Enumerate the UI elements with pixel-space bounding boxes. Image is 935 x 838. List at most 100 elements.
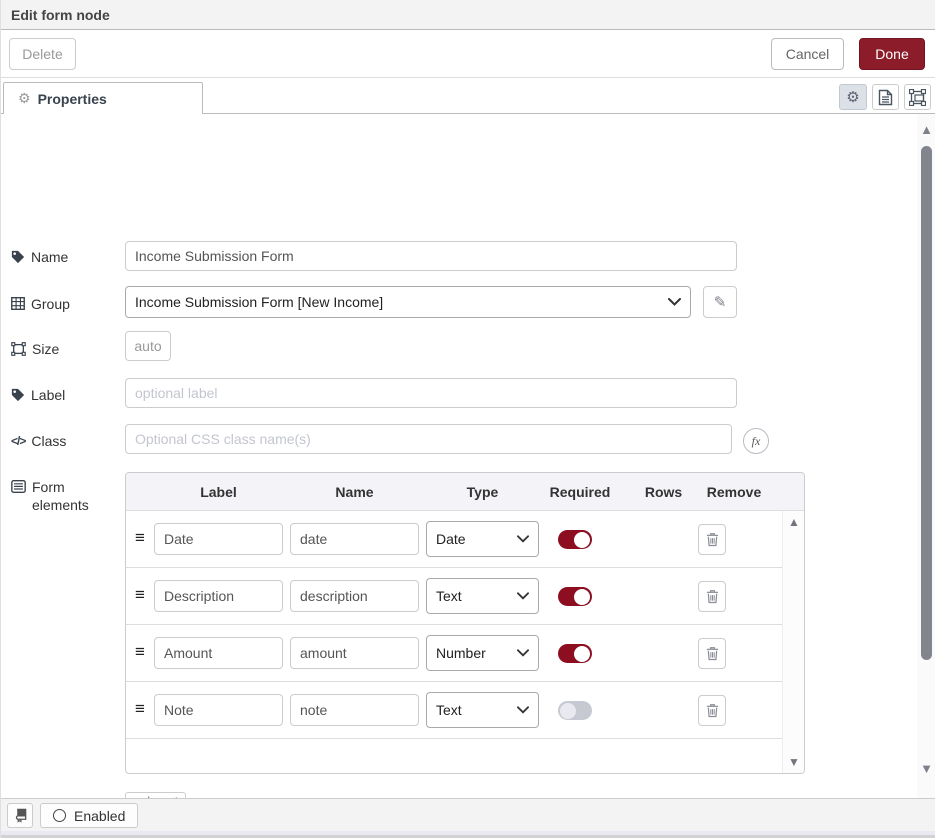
element-type-value: Number (436, 645, 486, 661)
scroll-down-icon[interactable]: ▼ (917, 761, 935, 776)
delete-button[interactable]: Delete (9, 38, 76, 70)
group-select[interactable]: Income Submission Form [New Income] (125, 286, 691, 318)
class-input[interactable] (125, 424, 732, 454)
group-select-value: Income Submission Form [New Income] (135, 294, 383, 310)
required-toggle[interactable] (558, 701, 592, 720)
dialog-header: Edit form node (1, 0, 935, 30)
form-elements-body: ≡ Date ≡ Text (126, 511, 784, 773)
trash-icon (706, 532, 719, 547)
column-header-label: Label (154, 473, 283, 511)
column-header-name: Name (290, 473, 419, 511)
required-toggle[interactable] (558, 644, 592, 663)
node-help-button[interactable] (7, 803, 33, 828)
fx-expression-button[interactable]: fx (743, 428, 769, 454)
form-elements-label-row: Form elements (11, 478, 119, 514)
enabled-circle-icon (53, 809, 66, 822)
element-type-select[interactable]: Text (426, 692, 539, 728)
trash-icon (706, 703, 719, 718)
drag-handle-icon[interactable]: ≡ (135, 642, 145, 662)
code-icon: </> (11, 432, 25, 450)
size-frame-icon (11, 342, 26, 356)
label-field-label: Label (31, 386, 65, 404)
description-tab-button[interactable] (872, 84, 899, 110)
delete-element-button[interactable] (698, 695, 726, 726)
column-header-type: Type (426, 473, 539, 511)
element-label-input[interactable] (154, 523, 283, 555)
tag-icon (11, 388, 25, 402)
element-type-select[interactable]: Date (426, 521, 539, 557)
scrollbar-thumb[interactable] (921, 146, 932, 660)
dialog-footer: Enabled (1, 798, 935, 831)
drag-handle-icon[interactable]: ≡ (135, 699, 145, 719)
class-label: Class (31, 432, 66, 450)
element-label-input[interactable] (154, 637, 283, 669)
required-toggle[interactable] (558, 587, 592, 606)
toggle-knob (574, 589, 590, 605)
cancel-button[interactable]: Cancel (771, 38, 844, 70)
required-toggle[interactable] (558, 530, 592, 549)
element-type-select[interactable]: Number (426, 635, 539, 671)
class-label-row: </> Class (11, 432, 119, 450)
label-input[interactable] (125, 378, 737, 408)
column-header-remove: Remove (701, 473, 767, 511)
size-label-row: Size (11, 340, 119, 358)
gear-icon: ⚙ (18, 90, 31, 107)
trash-icon (706, 646, 719, 661)
element-name-input[interactable] (290, 523, 419, 555)
fx-icon: fx (752, 434, 761, 449)
tab-properties[interactable]: ⚙ Properties (3, 82, 203, 114)
tab-properties-label: Properties (38, 91, 107, 107)
dialog-toolbar: Delete Cancel Done (1, 30, 935, 78)
chevron-down-icon (517, 592, 529, 600)
element-name-input[interactable] (290, 694, 419, 726)
form-elements-label: Form elements (32, 478, 94, 514)
trash-icon (706, 589, 719, 604)
element-type-value: Date (436, 531, 466, 547)
scroll-down-icon[interactable]: ▼ (783, 755, 805, 769)
scroll-up-icon[interactable]: ▲ (917, 122, 935, 137)
dialog-title: Edit form node (11, 7, 110, 23)
node-enabled-toggle[interactable]: Enabled (40, 803, 138, 828)
name-input[interactable] (125, 241, 737, 271)
appearance-tab-button[interactable] (904, 84, 931, 110)
table-grid-icon (11, 297, 25, 310)
chevron-down-icon (517, 649, 529, 657)
delete-element-button[interactable] (698, 638, 726, 669)
table-scrollbar[interactable]: ▲ ▼ (782, 511, 804, 773)
size-auto-button[interactable]: auto (125, 331, 171, 361)
chevron-down-icon (517, 535, 529, 543)
edit-group-button[interactable]: ✎ (703, 286, 737, 318)
toggle-knob (574, 646, 590, 662)
scroll-up-icon[interactable]: ▲ (783, 515, 805, 529)
element-name-input[interactable] (290, 580, 419, 612)
element-label-input[interactable] (154, 580, 283, 612)
size-label: Size (32, 340, 59, 358)
column-header-required: Required (546, 473, 614, 511)
tag-icon (11, 250, 25, 264)
toggle-knob (560, 703, 576, 719)
form-element-row: ≡ Number (126, 625, 784, 682)
properties-panel: Name Group Income Submission Form [New I… (1, 114, 935, 798)
chevron-down-icon (668, 298, 681, 306)
done-button[interactable]: Done (859, 38, 925, 70)
enabled-label: Enabled (74, 808, 125, 824)
drag-handle-icon[interactable]: ≡ (135, 528, 145, 548)
element-label-input[interactable] (154, 694, 283, 726)
chevron-down-icon (517, 706, 529, 714)
group-label-row: Group (11, 295, 119, 313)
delete-element-button[interactable] (698, 524, 726, 555)
element-type-value: Text (436, 588, 462, 604)
pencil-icon: ✎ (714, 293, 727, 311)
drag-handle-icon[interactable]: ≡ (135, 585, 145, 605)
main-scrollbar[interactable]: ▲ ▼ (917, 114, 935, 798)
group-label: Group (31, 295, 70, 313)
element-type-select[interactable]: Text (426, 578, 539, 614)
element-type-value: Text (436, 702, 462, 718)
document-icon (878, 89, 893, 106)
form-elements-header: Label Name Type Required Rows Remove (126, 473, 805, 511)
element-name-input[interactable] (290, 637, 419, 669)
form-element-row: ≡ Date (126, 511, 784, 568)
book-icon (13, 808, 28, 823)
properties-tab-button[interactable]: ⚙ (839, 84, 867, 110)
delete-element-button[interactable] (698, 581, 726, 612)
